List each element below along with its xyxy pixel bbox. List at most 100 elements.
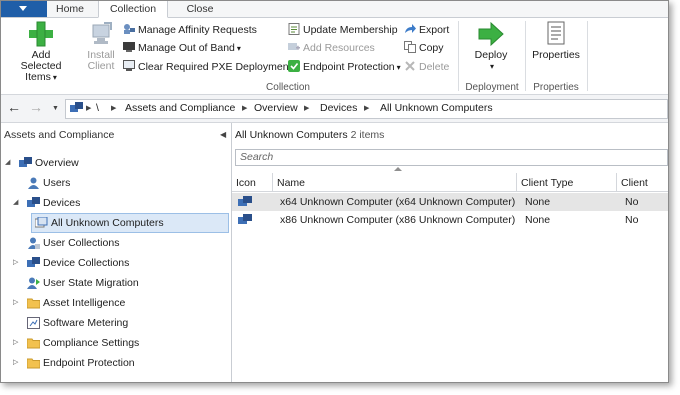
breadcrumb-separator-icon: ▶ bbox=[111, 105, 117, 112]
tree-item-device-collections[interactable]: ▷ Device Collections bbox=[5, 254, 225, 272]
history-dropdown-icon[interactable]: ▼ bbox=[52, 105, 59, 112]
back-button[interactable]: ← bbox=[6, 100, 22, 116]
tree-label: Compliance Settings bbox=[43, 337, 140, 349]
export-button[interactable]: Export bbox=[404, 22, 449, 38]
tree-item-all-unknown-computers[interactable]: All Unknown Computers bbox=[31, 213, 229, 233]
ribbon-tab-bar: Home Collection Close bbox=[1, 1, 668, 18]
search-input[interactable]: Search bbox=[235, 149, 668, 166]
tree-item-users[interactable]: Users bbox=[5, 174, 225, 192]
back-arrow-icon: ← bbox=[7, 99, 21, 115]
breadcrumb-assets[interactable]: Assets and Compliance bbox=[125, 102, 235, 114]
breadcrumb-separator-icon: ▶ bbox=[364, 105, 370, 112]
tree-label: User Collections bbox=[43, 237, 120, 249]
green-plus-icon bbox=[27, 21, 55, 47]
add-resources-button[interactable]: Add Resources bbox=[288, 40, 375, 56]
table-row[interactable]: x86 Unknown Computer (x86 Unknown Comput… bbox=[232, 211, 668, 229]
column-header-client[interactable]: Client bbox=[617, 173, 668, 191]
column-header-icon[interactable]: Icon bbox=[232, 173, 273, 191]
table-row[interactable]: x64 Unknown Computer (x64 Unknown Comput… bbox=[232, 193, 668, 211]
tab-collection[interactable]: Collection bbox=[98, 1, 168, 18]
tree-item-software-metering[interactable]: Software Metering bbox=[5, 314, 225, 332]
column-header-name[interactable]: Name bbox=[273, 173, 517, 191]
install-client-button[interactable]: Install Client bbox=[83, 21, 119, 72]
breadcrumb-devices[interactable]: Devices bbox=[320, 102, 357, 114]
file-menu-button[interactable] bbox=[1, 1, 47, 17]
tree-label: Asset Intelligence bbox=[43, 297, 126, 309]
search-placeholder: Search bbox=[240, 151, 274, 163]
properties-icon bbox=[542, 21, 570, 47]
folder-icon bbox=[26, 297, 41, 309]
tree-item-asset-intelligence[interactable]: ▷ Asset Intelligence bbox=[5, 294, 225, 312]
tree-item-endpoint-protection[interactable]: ▷ Endpoint Protection bbox=[5, 354, 225, 372]
copy-button[interactable]: Copy bbox=[404, 40, 444, 56]
computer-icon bbox=[238, 196, 252, 208]
export-label: Export bbox=[419, 24, 450, 36]
sort-ascending-icon bbox=[394, 167, 402, 171]
manage-affinity-requests-button[interactable]: Manage Affinity Requests bbox=[123, 22, 257, 38]
breadcrumb: ▶ \ ▶ Assets and Compliance ▶ Overview ▶… bbox=[65, 99, 668, 119]
forward-button[interactable]: → bbox=[28, 100, 44, 116]
tree-label: Users bbox=[43, 177, 71, 189]
row-client: No bbox=[625, 196, 639, 208]
console-window: Home Collection Close Add Selected Items… bbox=[0, 0, 669, 383]
console-root-icon bbox=[70, 102, 83, 114]
tree-label: All Unknown Computers bbox=[51, 217, 164, 229]
delete-button[interactable]: Delete bbox=[404, 59, 449, 75]
tree-label: Devices bbox=[43, 197, 81, 209]
table-header: Icon Name Client Type Client bbox=[232, 173, 668, 192]
results-pane: All Unknown Computers 2 items Search Ico… bbox=[232, 123, 668, 382]
ribbon: Add Selected Items ▾ Install Client Manag… bbox=[1, 18, 668, 95]
endpoint-protection-button[interactable]: Endpoint Protection ▾ bbox=[288, 59, 401, 75]
tree-label: Software Metering bbox=[43, 317, 129, 329]
folder-icon bbox=[26, 337, 41, 349]
row-client-type: None bbox=[525, 214, 551, 226]
clear-pxe-label: Clear Required PXE Deployments bbox=[138, 61, 297, 73]
add-selected-items-button[interactable]: Add Selected Items ▾ bbox=[5, 21, 77, 83]
row-client-type: None bbox=[525, 196, 551, 208]
deploy-label: Deploy bbox=[474, 49, 508, 61]
dropdown-arrow-icon bbox=[19, 6, 27, 11]
column-header-client-type[interactable]: Client Type bbox=[517, 173, 617, 191]
results-title: All Unknown Computers 2 items bbox=[235, 129, 384, 141]
breadcrumb-root[interactable]: \ bbox=[96, 102, 99, 114]
properties-label: Properties bbox=[532, 49, 580, 61]
tree-item-overview[interactable]: ◢ Overview bbox=[5, 154, 225, 172]
tree-item-compliance-settings[interactable]: ▷ Compliance Settings bbox=[5, 334, 225, 352]
tree-label: Device Collections bbox=[43, 257, 130, 269]
properties-button[interactable]: Properties bbox=[529, 21, 583, 61]
tree-item-devices[interactable]: ◢ Devices bbox=[5, 194, 225, 212]
collapsed-icon: ▷ bbox=[13, 339, 19, 346]
group-separator bbox=[525, 21, 526, 91]
overview-icon bbox=[19, 157, 32, 169]
tree-label: Endpoint Protection bbox=[43, 357, 135, 369]
expanded-icon: ◢ bbox=[5, 159, 11, 166]
breadcrumb-separator-icon: ▶ bbox=[242, 105, 248, 112]
collection-icon bbox=[34, 216, 48, 229]
group-label-deployment: Deployment bbox=[465, 82, 519, 93]
update-membership-button[interactable]: Update Membership bbox=[288, 22, 398, 38]
user-icon bbox=[27, 177, 40, 189]
dropdown-arrow-icon: ▾ bbox=[52, 73, 57, 82]
collapse-pane-icon[interactable]: ◀ bbox=[220, 130, 226, 139]
tab-close[interactable]: Close bbox=[169, 1, 231, 17]
device-collections-icon bbox=[27, 257, 40, 269]
clear-pxe-deployments-button[interactable]: Clear Required PXE Deployments bbox=[123, 59, 297, 75]
migration-icon bbox=[27, 277, 40, 289]
add-resources-label: Add Resources bbox=[303, 42, 375, 54]
tree-item-user-state-migration[interactable]: User State Migration bbox=[5, 274, 225, 292]
tree-item-user-collections[interactable]: User Collections bbox=[5, 234, 225, 252]
breadcrumb-overview[interactable]: Overview bbox=[254, 102, 298, 114]
collapsed-icon: ▷ bbox=[13, 259, 19, 266]
breadcrumb-all-unknown[interactable]: All Unknown Computers bbox=[380, 102, 493, 114]
expanded-icon: ◢ bbox=[13, 199, 19, 206]
client-label: Client bbox=[87, 60, 115, 72]
out-of-band-icon bbox=[123, 41, 135, 53]
metering-icon bbox=[27, 317, 40, 329]
update-membership-icon bbox=[288, 23, 300, 35]
group-separator bbox=[587, 21, 588, 91]
tree-label: Overview bbox=[35, 157, 79, 169]
navigation-pane: Assets and Compliance ◀ ◢ Overview Users… bbox=[1, 123, 232, 382]
tab-home[interactable]: Home bbox=[47, 1, 93, 17]
manage-out-of-band-button[interactable]: Manage Out of Band ▾ bbox=[123, 40, 241, 56]
deploy-button[interactable]: Deploy ▾ bbox=[466, 21, 516, 72]
